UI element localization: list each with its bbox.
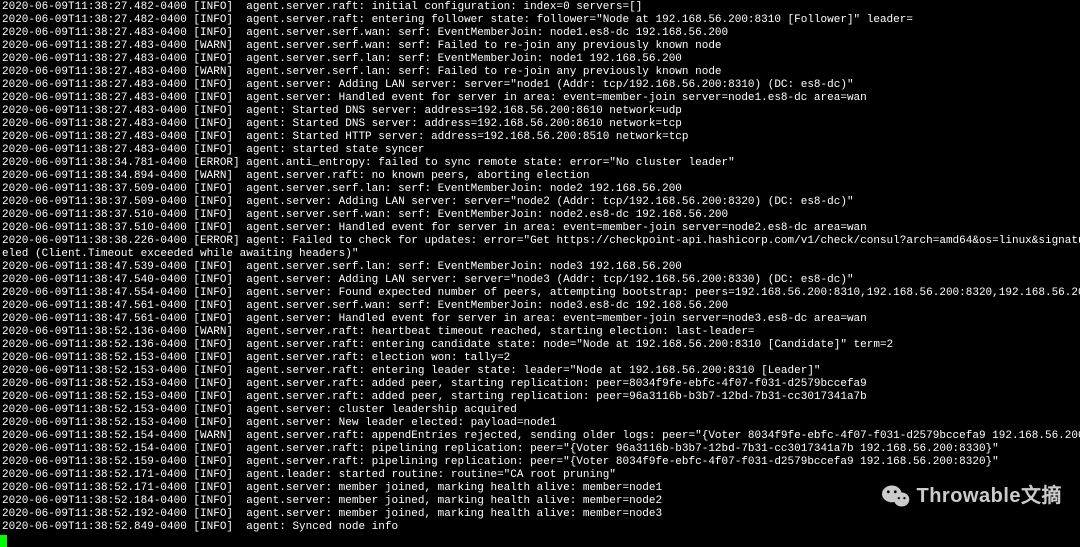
log-line: 2020-06-09T11:38:52.136-0400 [WARN] agen…	[2, 326, 1078, 339]
log-line: 2020-06-09T11:38:47.561-0400 [INFO] agen…	[2, 313, 1078, 326]
log-line: 2020-06-09T11:38:27.483-0400 [INFO] agen…	[2, 79, 1078, 92]
log-line: 2020-06-09T11:38:27.483-0400 [INFO] agen…	[2, 144, 1078, 157]
log-line: 2020-06-09T11:38:52.154-0400 [INFO] agen…	[2, 443, 1078, 456]
log-line: 2020-06-09T11:38:27.482-0400 [INFO] agen…	[2, 14, 1078, 27]
log-line: 2020-06-09T11:38:47.561-0400 [INFO] agen…	[2, 300, 1078, 313]
log-line: 2020-06-09T11:38:52.171-0400 [INFO] agen…	[2, 482, 1078, 495]
log-line: 2020-06-09T11:38:52.153-0400 [INFO] agen…	[2, 404, 1078, 417]
log-line: 2020-06-09T11:38:27.483-0400 [INFO] agen…	[2, 27, 1078, 40]
log-line: 2020-06-09T11:38:52.184-0400 [INFO] agen…	[2, 495, 1078, 508]
log-line: 2020-06-09T11:38:47.539-0400 [INFO] agen…	[2, 261, 1078, 274]
log-line: 2020-06-09T11:38:27.482-0400 [INFO] agen…	[2, 1, 1078, 14]
log-line: 2020-06-09T11:38:52.153-0400 [INFO] agen…	[2, 352, 1078, 365]
log-line: 2020-06-09T11:38:37.510-0400 [INFO] agen…	[2, 209, 1078, 222]
log-line: 2020-06-09T11:38:52.153-0400 [INFO] agen…	[2, 378, 1078, 391]
log-line: 2020-06-09T11:38:27.483-0400 [WARN] agen…	[2, 66, 1078, 79]
log-line: 2020-06-09T11:38:27.483-0400 [INFO] agen…	[2, 118, 1078, 131]
log-line: 2020-06-09T11:38:34.894-0400 [WARN] agen…	[2, 170, 1078, 183]
log-line: 2020-06-09T11:38:52.153-0400 [INFO] agen…	[2, 365, 1078, 378]
log-line: 2020-06-09T11:38:52.154-0400 [WARN] agen…	[2, 430, 1078, 443]
log-line: 2020-06-09T11:38:47.540-0400 [INFO] agen…	[2, 274, 1078, 287]
log-line: 2020-06-09T11:38:37.509-0400 [INFO] agen…	[2, 196, 1078, 209]
log-line: 2020-06-09T11:38:27.483-0400 [INFO] agen…	[2, 92, 1078, 105]
log-line: 2020-06-09T11:38:37.510-0400 [INFO] agen…	[2, 222, 1078, 235]
log-line: eled (Client.Timeout exceeded while awai…	[2, 248, 1078, 261]
log-line: 2020-06-09T11:38:52.153-0400 [INFO] agen…	[2, 417, 1078, 430]
log-line: 2020-06-09T11:38:52.136-0400 [INFO] agen…	[2, 339, 1078, 352]
log-line: 2020-06-09T11:38:52.192-0400 [INFO] agen…	[2, 508, 1078, 521]
log-line: 2020-06-09T11:38:27.483-0400 [WARN] agen…	[2, 40, 1078, 53]
log-line: 2020-06-09T11:38:27.483-0400 [INFO] agen…	[2, 53, 1078, 66]
terminal-output[interactable]: 2020-06-09T11:38:27.482-0400 [INFO] agen…	[0, 0, 1080, 534]
log-line: 2020-06-09T11:38:27.483-0400 [INFO] agen…	[2, 131, 1078, 144]
log-line: 2020-06-09T11:38:27.483-0400 [INFO] agen…	[2, 105, 1078, 118]
log-line: 2020-06-09T11:38:38.226-0400 [ERROR] age…	[2, 235, 1078, 248]
log-line: 2020-06-09T11:38:52.849-0400 [INFO] agen…	[2, 521, 1078, 534]
log-line: 2020-06-09T11:38:52.159-0400 [INFO] agen…	[2, 456, 1078, 469]
log-line: 2020-06-09T11:38:52.171-0400 [INFO] agen…	[2, 469, 1078, 482]
terminal-cursor	[0, 535, 7, 547]
log-line: 2020-06-09T11:38:34.781-0400 [ERROR] age…	[2, 157, 1078, 170]
log-line: 2020-06-09T11:38:52.153-0400 [INFO] agen…	[2, 391, 1078, 404]
log-line: 2020-06-09T11:38:37.509-0400 [INFO] agen…	[2, 183, 1078, 196]
log-line: 2020-06-09T11:38:47.554-0400 [INFO] agen…	[2, 287, 1078, 300]
